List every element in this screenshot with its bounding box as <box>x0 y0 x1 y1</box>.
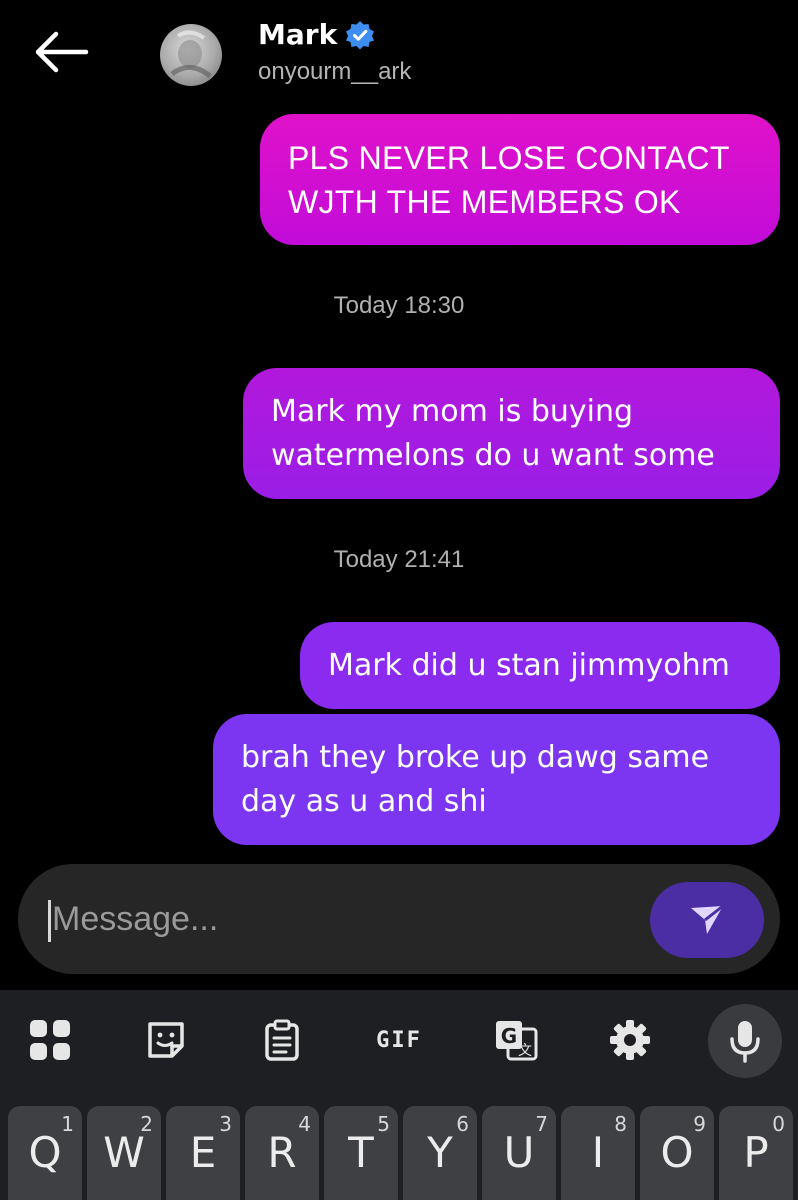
key-i[interactable]: 8 I <box>561 1106 635 1200</box>
translate-icon: G 文 <box>496 1021 538 1061</box>
arrow-left-icon <box>35 31 89 73</box>
clipboard-button[interactable] <box>254 1012 310 1068</box>
avatar[interactable] <box>160 24 222 86</box>
timestamp: Today 21:41 <box>333 546 465 573</box>
apps-grid-button[interactable] <box>22 1012 78 1068</box>
message-bubble[interactable]: Mark did u stan jimmyohm <box>300 622 780 709</box>
message-bubble[interactable]: Mark my mom is buying watermelons do u w… <box>243 368 780 499</box>
verified-badge-icon <box>346 20 375 49</box>
message-bubble[interactable]: PLS NEVER LOSE CONTACT WJTH THE MEMBERS … <box>260 114 780 245</box>
translate-button[interactable]: G 文 <box>488 1012 544 1068</box>
key-q[interactable]: 1 Q <box>8 1106 82 1200</box>
contact-name-row[interactable]: Mark <box>258 18 375 51</box>
svg-text:G: G <box>501 1024 517 1048</box>
message-bubble[interactable]: brah they broke up dawg same day as u an… <box>213 714 780 845</box>
key-e[interactable]: 3 E <box>166 1106 240 1200</box>
apps-grid-icon <box>30 1020 70 1060</box>
sticker-button[interactable] <box>138 1012 194 1068</box>
text-cursor <box>48 900 51 942</box>
key-y[interactable]: 6 Y <box>403 1106 477 1200</box>
key-p[interactable]: 0 P <box>719 1106 793 1200</box>
key-t[interactable]: 5 T <box>324 1106 398 1200</box>
key-r[interactable]: 4 R <box>245 1106 319 1200</box>
contact-handle: onyourm__ark <box>258 58 412 85</box>
gif-button[interactable]: GIF <box>364 1012 434 1068</box>
chat-header: Mark onyourm__ark <box>0 0 798 110</box>
key-u[interactable]: 7 U <box>482 1106 556 1200</box>
voice-input-button[interactable] <box>708 1004 782 1078</box>
settings-gear-icon <box>610 1020 650 1060</box>
message-input[interactable] <box>52 896 612 942</box>
gif-icon: GIF <box>376 1027 422 1053</box>
clipboard-icon <box>265 1019 299 1061</box>
microphone-icon <box>730 1021 760 1063</box>
svg-text:文: 文 <box>518 1043 532 1059</box>
send-button[interactable] <box>650 882 764 958</box>
key-w[interactable]: 2 W <box>87 1106 161 1200</box>
back-button[interactable] <box>34 30 90 74</box>
sticker-icon <box>148 1022 184 1058</box>
key-o[interactable]: 9 O <box>640 1106 714 1200</box>
timestamp: Today 18:30 <box>333 292 465 319</box>
send-icon <box>691 904 724 934</box>
contact-name: Mark <box>258 18 338 51</box>
settings-button[interactable] <box>602 1012 658 1068</box>
